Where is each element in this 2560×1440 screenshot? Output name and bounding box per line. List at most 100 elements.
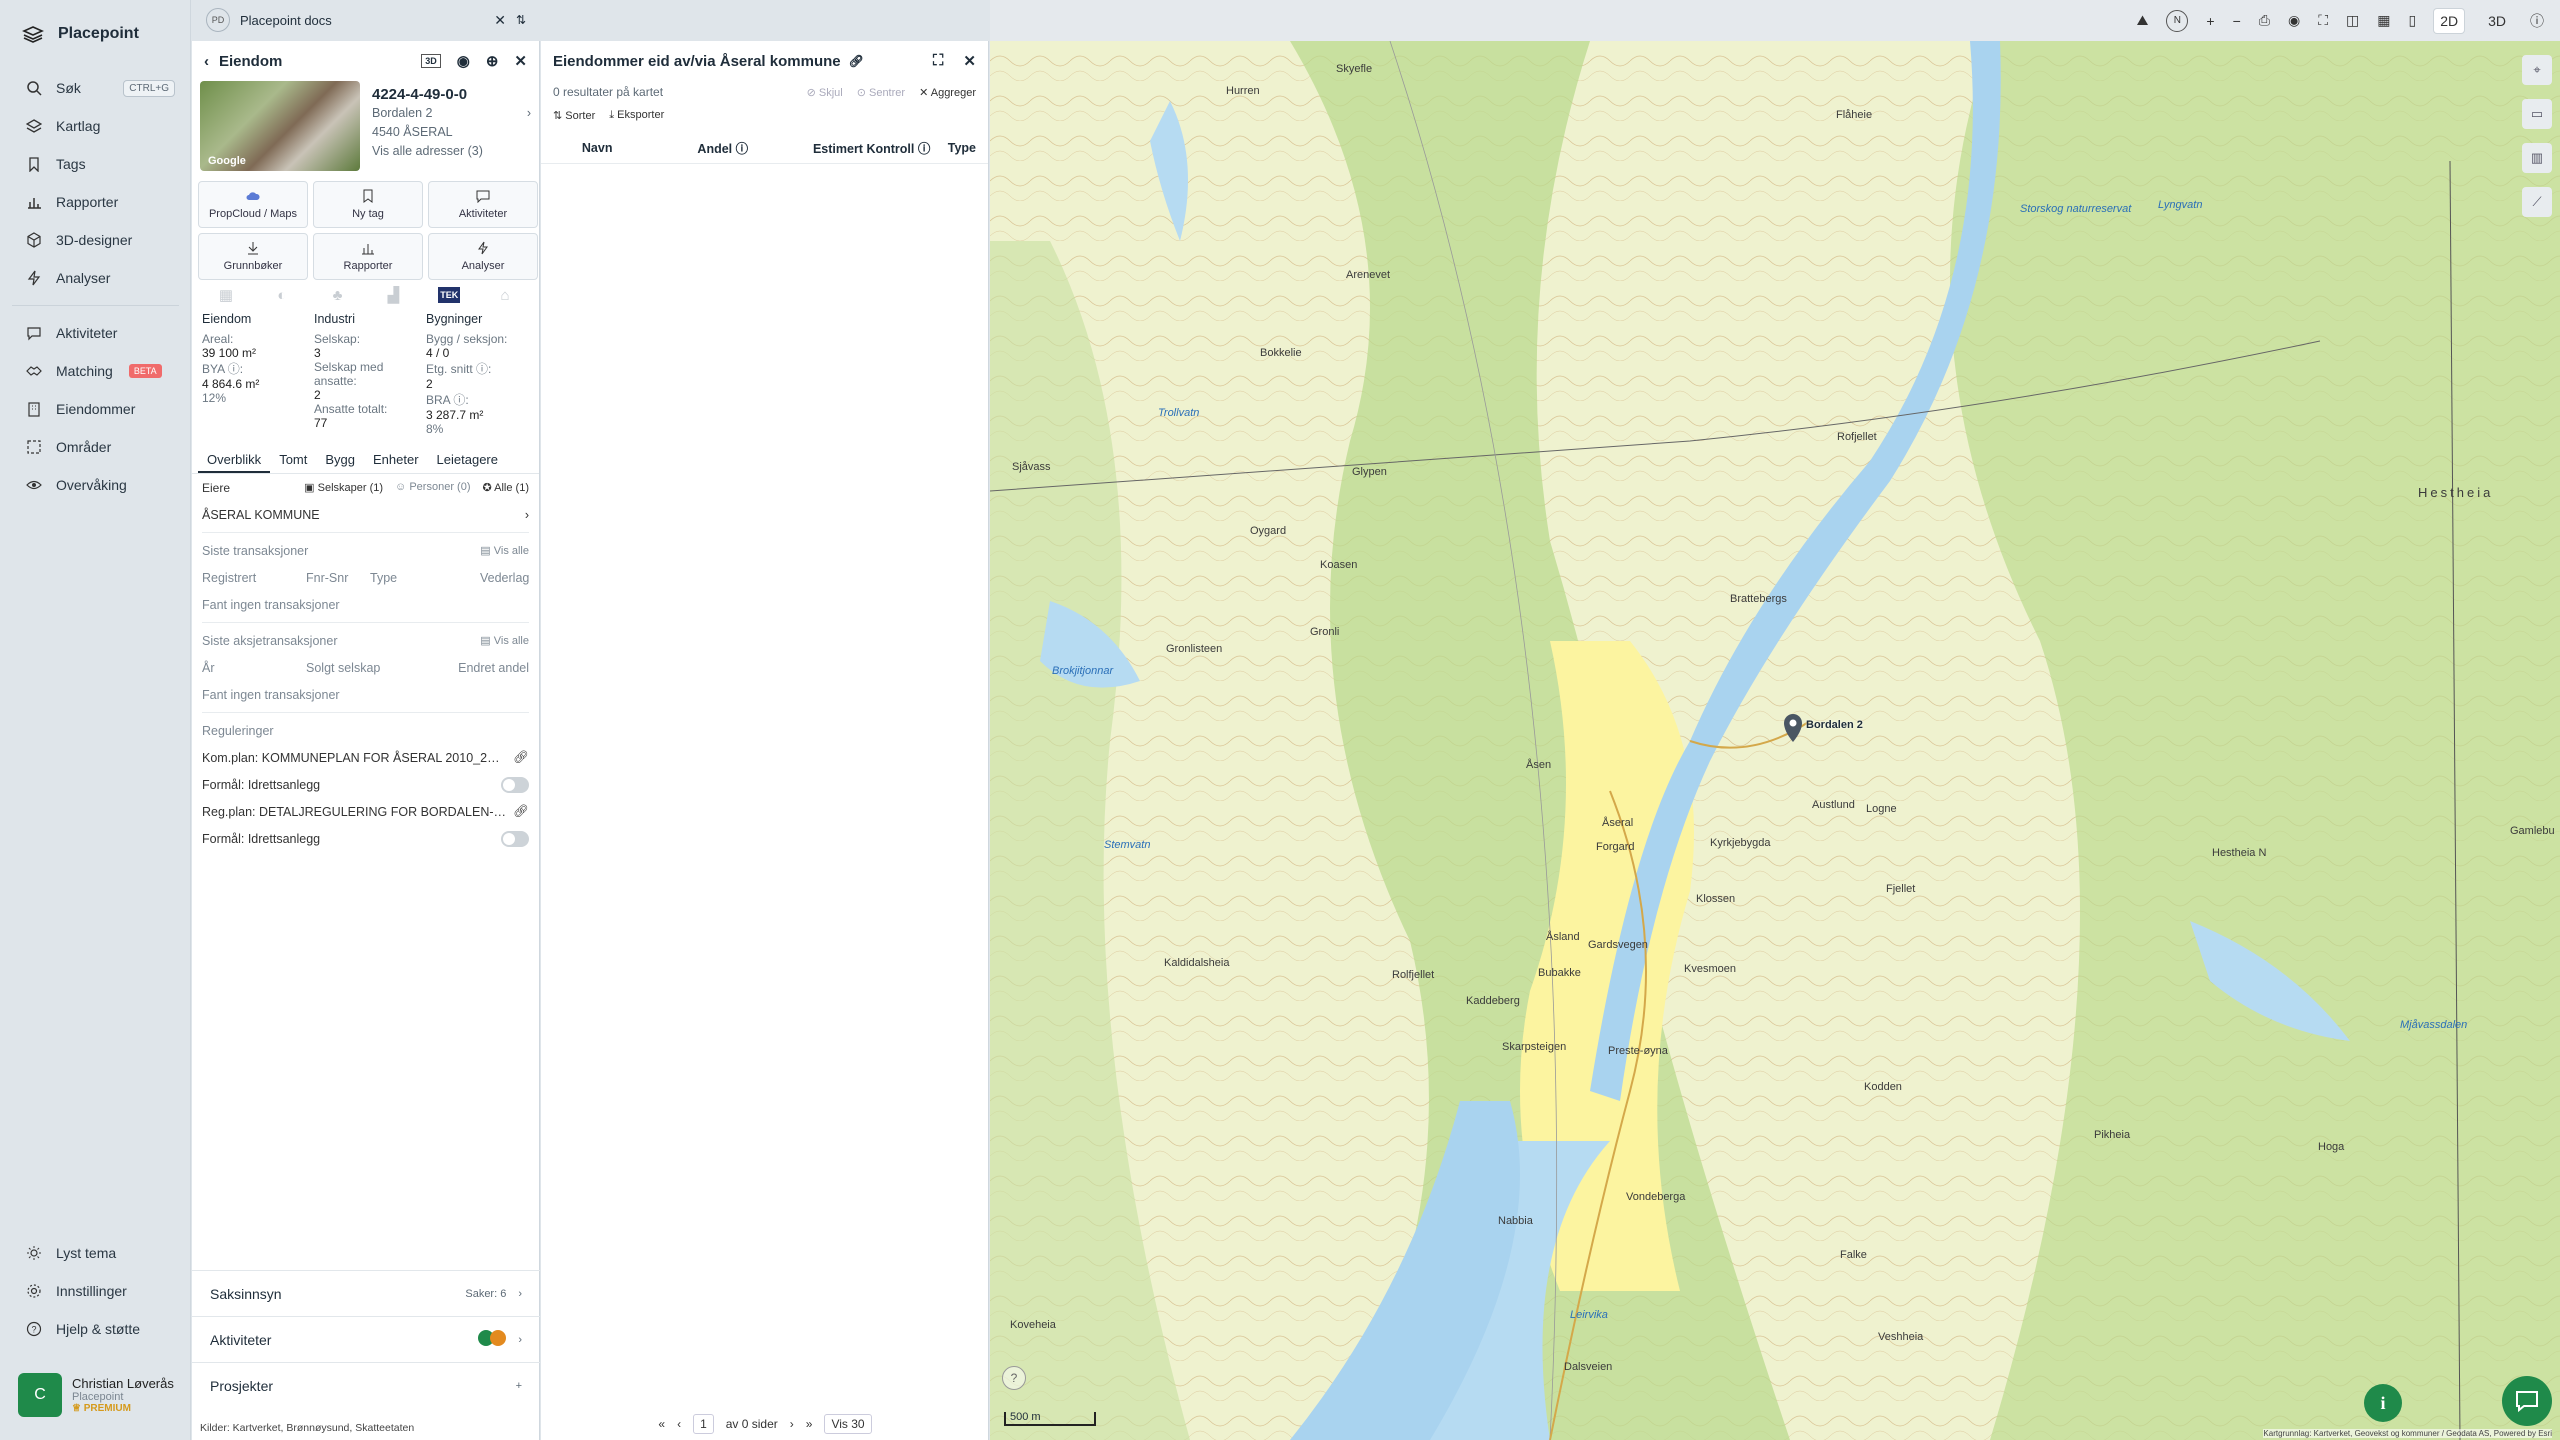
activities-button[interactable]: Aktiviteter xyxy=(428,181,538,228)
user-profile[interactable]: C Christian Løverås Placepoint ♕ PREMIUM xyxy=(18,1373,174,1417)
map-canvas[interactable]: Skyefle Hurren Flåheie Lyngvatn Bokkelie… xyxy=(990,41,2560,1440)
nav-item-reports[interactable]: Rapporter xyxy=(0,183,191,221)
reports-button[interactable]: Rapporter xyxy=(313,233,423,280)
nav-item-search[interactable]: Søk CTRL+G xyxy=(0,69,191,107)
center-button[interactable]: ⊙ Sentrer xyxy=(857,86,905,99)
link-icon[interactable]: 🔗︎ xyxy=(513,804,529,819)
zoom-in-icon[interactable]: + xyxy=(2206,13,2214,29)
export-button[interactable]: ⤓ Eksporter xyxy=(609,109,664,122)
tab-tenants[interactable]: Leietagere xyxy=(428,448,507,473)
help-icon[interactable]: ? xyxy=(1002,1366,1026,1390)
sort-arrows-icon[interactable]: ⇅ xyxy=(516,13,526,27)
regulation-toggle[interactable] xyxy=(501,830,529,847)
nav-item-tags[interactable]: Tags xyxy=(0,145,191,183)
tab-plot[interactable]: Tomt xyxy=(270,448,316,473)
source-logo-icon[interactable]: ◐ xyxy=(254,287,310,304)
prev-page-icon[interactable]: ‹ xyxy=(677,1417,681,1431)
compass-icon[interactable]: N xyxy=(2166,9,2189,32)
eye-icon[interactable]: ◉ xyxy=(457,52,470,70)
property-photo[interactable]: Google xyxy=(200,81,360,171)
hide-button[interactable]: ⊘ Skjul xyxy=(807,86,843,99)
column-header[interactable]: Andel ⓘ xyxy=(697,138,813,157)
nav-item-settings[interactable]: Innstillinger xyxy=(0,1272,191,1310)
source-logo-icon[interactable]: ▟ xyxy=(365,286,421,304)
activities-row[interactable]: Aktiviteter › xyxy=(192,1316,540,1362)
expand-icon[interactable]: ⛶ xyxy=(933,52,944,70)
brand[interactable]: Placepoint xyxy=(22,20,139,48)
tek-logo-icon[interactable]: TEK xyxy=(421,287,477,303)
regulation-toggle[interactable] xyxy=(501,776,529,793)
filter-persons[interactable]: ☺ Personer (0) xyxy=(395,481,470,494)
projects-row[interactable]: Prosjekter + xyxy=(192,1362,540,1408)
bookmark-icon[interactable]: ▯ xyxy=(2408,12,2416,29)
nav-item-activities[interactable]: Aktiviteter xyxy=(0,314,191,352)
new-tag-button[interactable]: Ny tag xyxy=(313,181,423,228)
nav-item-areas[interactable]: Områder xyxy=(0,428,191,466)
profile-icon[interactable]: ⟋ xyxy=(2522,187,2552,217)
add-icon[interactable]: ⊕ xyxy=(486,52,499,70)
row-title: Saksinnsyn xyxy=(210,1285,282,1302)
camera-icon[interactable]: ◫ xyxy=(2346,12,2359,29)
plus-icon[interactable]: + xyxy=(516,1380,522,1392)
first-page-icon[interactable]: « xyxy=(658,1417,665,1431)
workspace-tab[interactable]: PD Placepoint docs ✕ ⇅ xyxy=(192,0,540,40)
filter-all[interactable]: ✪ Alle (1) xyxy=(482,481,529,494)
case-access-row[interactable]: Saksinnsyn Saker: 6 › xyxy=(192,1270,540,1316)
property-marker[interactable]: Bordalen 2 xyxy=(1782,713,1863,748)
column-header[interactable]: Type xyxy=(948,141,976,155)
chat-button[interactable] xyxy=(2502,1376,2552,1426)
print-icon[interactable]: ⎙ xyxy=(2259,12,2270,29)
layers-icon[interactable]: ⛰ xyxy=(2137,12,2149,29)
mode-2d-button[interactable]: 2D xyxy=(2434,8,2465,33)
tab-buildings[interactable]: Bygg xyxy=(316,448,364,473)
close-icon[interactable]: ✕ xyxy=(963,52,976,70)
back-arrow-icon[interactable]: ‹ xyxy=(204,53,209,70)
stat-value: 3 287.7 m² xyxy=(426,408,484,422)
nav-item-light-theme[interactable]: Lyst tema xyxy=(0,1234,191,1272)
chart-icon[interactable]: ▥ xyxy=(2522,143,2552,173)
tab-units[interactable]: Enheter xyxy=(364,448,428,473)
propcloud-button[interactable]: PropCloud / Maps xyxy=(198,181,308,228)
nav-item-analyses[interactable]: Analyser xyxy=(0,259,191,297)
nav-item-monitoring[interactable]: Overvåking xyxy=(0,466,191,504)
measure-icon[interactable]: ⌖ xyxy=(2522,55,2552,85)
info-icon[interactable]: ⓘ xyxy=(2530,11,2544,31)
link-icon[interactable]: 🔗︎ xyxy=(513,750,529,765)
zoom-out-icon[interactable]: − xyxy=(2233,13,2241,29)
link-icon[interactable]: 🔗︎ xyxy=(849,54,864,68)
nav-item-help[interactable]: ? Hjelp & støtte xyxy=(0,1310,191,1348)
tab-overview[interactable]: Overblikk xyxy=(198,448,271,473)
land-registry-button[interactable]: Grunnbøker xyxy=(198,233,308,280)
source-logo-icon[interactable]: ▦ xyxy=(198,286,254,304)
mode-3d-button[interactable]: 3D xyxy=(2482,9,2512,33)
nav-item-matching[interactable]: Matching BETA xyxy=(0,352,191,390)
aggregate-button[interactable]: ✕ Aggreger xyxy=(919,86,976,99)
column-header[interactable]: Navn xyxy=(582,141,698,155)
sort-button[interactable]: ⇅ Sorter xyxy=(553,109,595,122)
view-all-link[interactable]: ▤ Vis alle xyxy=(480,544,529,557)
nav-item-properties[interactable]: Eiendommer xyxy=(0,390,191,428)
nav-item-layers[interactable]: Kartlag xyxy=(0,107,191,145)
property-address[interactable]: Bordalen 2 › xyxy=(372,104,531,123)
all-addresses-link[interactable]: Vis alle adresser (3) xyxy=(372,142,531,161)
owner-row[interactable]: ÅSERAL KOMMUNE › xyxy=(202,501,529,528)
info-button[interactable]: i xyxy=(2364,1384,2402,1422)
page-input[interactable]: 1 xyxy=(693,1414,714,1434)
grid-icon[interactable]: ▦ xyxy=(2377,12,2390,29)
fullscreen-icon[interactable]: ⛶ xyxy=(2318,12,2328,29)
next-page-icon[interactable]: › xyxy=(790,1417,794,1431)
eye-icon[interactable]: ◉ xyxy=(2288,12,2300,29)
view-all-link[interactable]: ▤ Vis alle xyxy=(480,634,529,647)
close-icon[interactable]: ✕ xyxy=(514,52,527,70)
analyses-button[interactable]: Analyser xyxy=(428,233,538,280)
source-logo-icon[interactable]: ⌂ xyxy=(477,287,533,304)
page-size-select[interactable]: Vis 30 xyxy=(824,1414,872,1434)
last-page-icon[interactable]: » xyxy=(806,1417,813,1431)
source-logo-icon[interactable]: ♣ xyxy=(310,287,366,304)
column-header[interactable]: Estimert Kontroll ⓘ xyxy=(813,138,948,157)
close-icon[interactable]: ✕ xyxy=(494,12,506,29)
ruler-icon[interactable]: ▭ xyxy=(2522,99,2552,129)
nav-item-3d-designer[interactable]: 3D-designer xyxy=(0,221,191,259)
3d-view-icon[interactable]: 3D xyxy=(421,54,441,68)
filter-companies[interactable]: ▣ Selskaper (1) xyxy=(304,481,383,494)
